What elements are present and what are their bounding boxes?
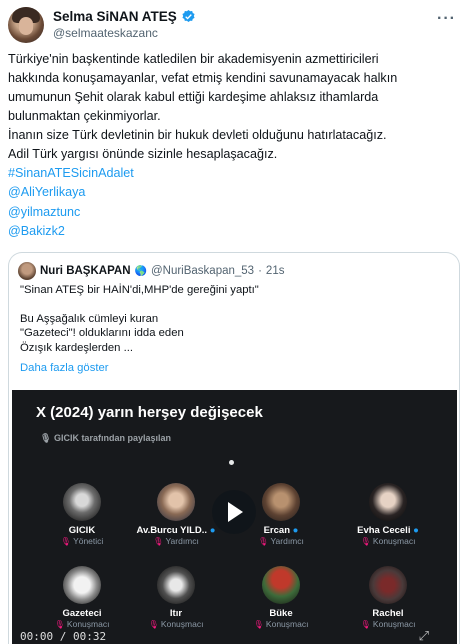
mic-icon: 🎙 (360, 620, 373, 629)
speaker-name-text: Av.Burcu YILD.. (136, 525, 208, 536)
mic-icon: 🎙 (153, 537, 166, 546)
spaces-video[interactable]: X (2024) yarın herşey değişecek 🎙 GICIK … (12, 390, 457, 644)
speaker-name: Rachel (372, 608, 404, 619)
speaker-role: 🎙 Yönetici (39, 536, 125, 546)
quoted-line: Bu Aşşağalık cümleyi kuran (20, 312, 159, 325)
speaker-name-text: Evha Ceceli (357, 525, 411, 536)
speaker-name: Av.Burcu YILD.. ● (133, 525, 219, 536)
space-shared-by: 🎙 GICIK tarafından paylaşılan (40, 433, 171, 444)
speaker-avatar (369, 566, 407, 604)
speaker-name: GICIK (68, 525, 96, 536)
video-time: 00:00 / 00:32 (20, 630, 107, 643)
speaker-avatar (369, 483, 407, 521)
verified-badge-icon: ● (413, 525, 419, 536)
speaker-role: 🎙 Yardımcı (133, 536, 219, 546)
speaker-role: 🎙 Konuşmacı (238, 619, 324, 629)
quoted-text: "Sinan ATEŞ bir HAİN'di,MHP'de gereğini … (20, 283, 450, 355)
quoted-header: Nuri BAŞKAPAN 🌎 @NuriBaskapan_53 · 21s (18, 262, 284, 280)
speaker-avatar (262, 483, 300, 521)
speaker-role-text: Konuşmacı (66, 619, 110, 629)
more-dots-icon[interactable]: ··· (437, 10, 456, 28)
speaker-avatar (157, 566, 195, 604)
verified-badge-icon (182, 9, 195, 22)
speaker[interactable]: Rachel 🎙 Konuşmacı (345, 566, 431, 629)
speaker-avatar (157, 483, 195, 521)
mention-link[interactable]: @AliYerlikaya (8, 183, 460, 202)
speaker-avatar (262, 566, 300, 604)
speaker-name: Gazeteci (62, 608, 102, 619)
speaker-role-text: Yardımcı (165, 536, 199, 546)
mention-link[interactable]: @Bakizk2 (8, 222, 460, 241)
tweet-body: Türkiye'nin başkentinde katledilen bir a… (8, 50, 460, 242)
speaker-role: 🎙 Yardımcı (238, 536, 324, 546)
speaker-name: Evha Ceceli ● (345, 525, 431, 536)
tweet-text: Türkiye'nin başkentinde katledilen bir a… (8, 52, 398, 161)
quoted-author-name: Nuri BAŞKAPAN (40, 265, 131, 277)
speaker[interactable]: GICIK 🎙 Yönetici (39, 483, 125, 546)
fullscreen-icon[interactable]: ⤢ (419, 628, 443, 643)
author-name-row[interactable]: Selma SiNAN ATEŞ (53, 9, 196, 24)
speaker[interactable]: Evha Ceceli ● 🎙 Konuşmacı (345, 483, 431, 546)
speaker-name: Itır (169, 608, 183, 619)
play-button[interactable] (212, 490, 256, 534)
speaker[interactable]: Büke 🎙 Konuşmacı (238, 566, 324, 629)
page-dot-indicator (229, 460, 234, 465)
space-title: X (2024) yarın herşey değişecek (36, 404, 263, 421)
speaker[interactable]: Itır 🎙 Konuşmacı (133, 566, 219, 629)
verified-badge-icon: ● (209, 525, 216, 536)
globe-emoji-icon: 🌎 (134, 265, 147, 277)
quoted-line: "Gazeteci"! olduklarını idda eden (20, 327, 184, 340)
play-icon (228, 502, 243, 522)
mic-icon: 🎙 (54, 620, 67, 629)
video-controls[interactable]: ⤢ (419, 628, 443, 644)
author-name[interactable]: Selma SiNAN ATEŞ (53, 9, 177, 24)
microphone-icon: 🎙 (40, 433, 54, 443)
quoted-author-handle: @NuriBaskapan_53 (150, 265, 255, 277)
speaker-role-text: Konuşmacı (160, 619, 204, 629)
speaker-role: 🎙 Konuşmacı (345, 536, 431, 546)
speaker[interactable]: Gazeteci 🎙 Konuşmacı (39, 566, 125, 629)
quoted-time: 21s (265, 265, 285, 277)
speaker-name-text: Ercan (263, 525, 290, 536)
show-more-link[interactable]: Daha fazla göster (20, 362, 109, 374)
speaker-role: 🎙 Konuşmacı (39, 619, 125, 629)
speaker-role-text: Konuşmacı (372, 619, 416, 629)
author-avatar[interactable] (8, 7, 44, 43)
quoted-line: Özışık kardeşlerden ... (20, 341, 134, 354)
verified-badge-icon: ● (292, 525, 299, 536)
speaker-role-text: Konuşmacı (372, 536, 416, 546)
hashtag-link[interactable]: #SinanATESicinAdalet (8, 164, 460, 183)
speaker-role-text: Yardımcı (270, 536, 304, 546)
mic-icon: 🎙 (60, 537, 74, 546)
quoted-separator: · (258, 265, 262, 277)
speaker-role: 🎙 Konuşmacı (133, 619, 219, 629)
quoted-avatar (18, 262, 36, 280)
quoted-line: "Sinan ATEŞ bir HAİN'di,MHP'de gereğini … (20, 284, 259, 296)
quoted-tweet[interactable]: Nuri BAŞKAPAN 🌎 @NuriBaskapan_53 · 21s "… (8, 252, 460, 644)
mic-icon: 🎙 (148, 620, 161, 629)
space-shared-by-text: GICIK tarafından paylaşılan (53, 433, 171, 443)
mention-link[interactable]: @yilmaztunc (8, 203, 460, 222)
speaker-name: Ercan ● (238, 525, 324, 536)
tweet[interactable]: Selma SiNAN ATEŞ @selmaateskazanc ··· Tü… (0, 0, 466, 644)
speaker-role-text: Konuşmacı (265, 619, 309, 629)
speaker-role-text: Yönetici (73, 536, 104, 546)
mic-icon: 🎙 (253, 620, 266, 629)
speaker[interactable]: Av.Burcu YILD.. ● 🎙 Yardımcı (133, 483, 219, 546)
mic-icon: 🎙 (360, 537, 373, 546)
author-handle[interactable]: @selmaateskazanc (53, 26, 158, 40)
speaker-name: Büke (269, 608, 293, 619)
speaker-avatar (63, 483, 101, 521)
speaker-avatar (63, 566, 101, 604)
mic-icon: 🎙 (258, 537, 271, 546)
